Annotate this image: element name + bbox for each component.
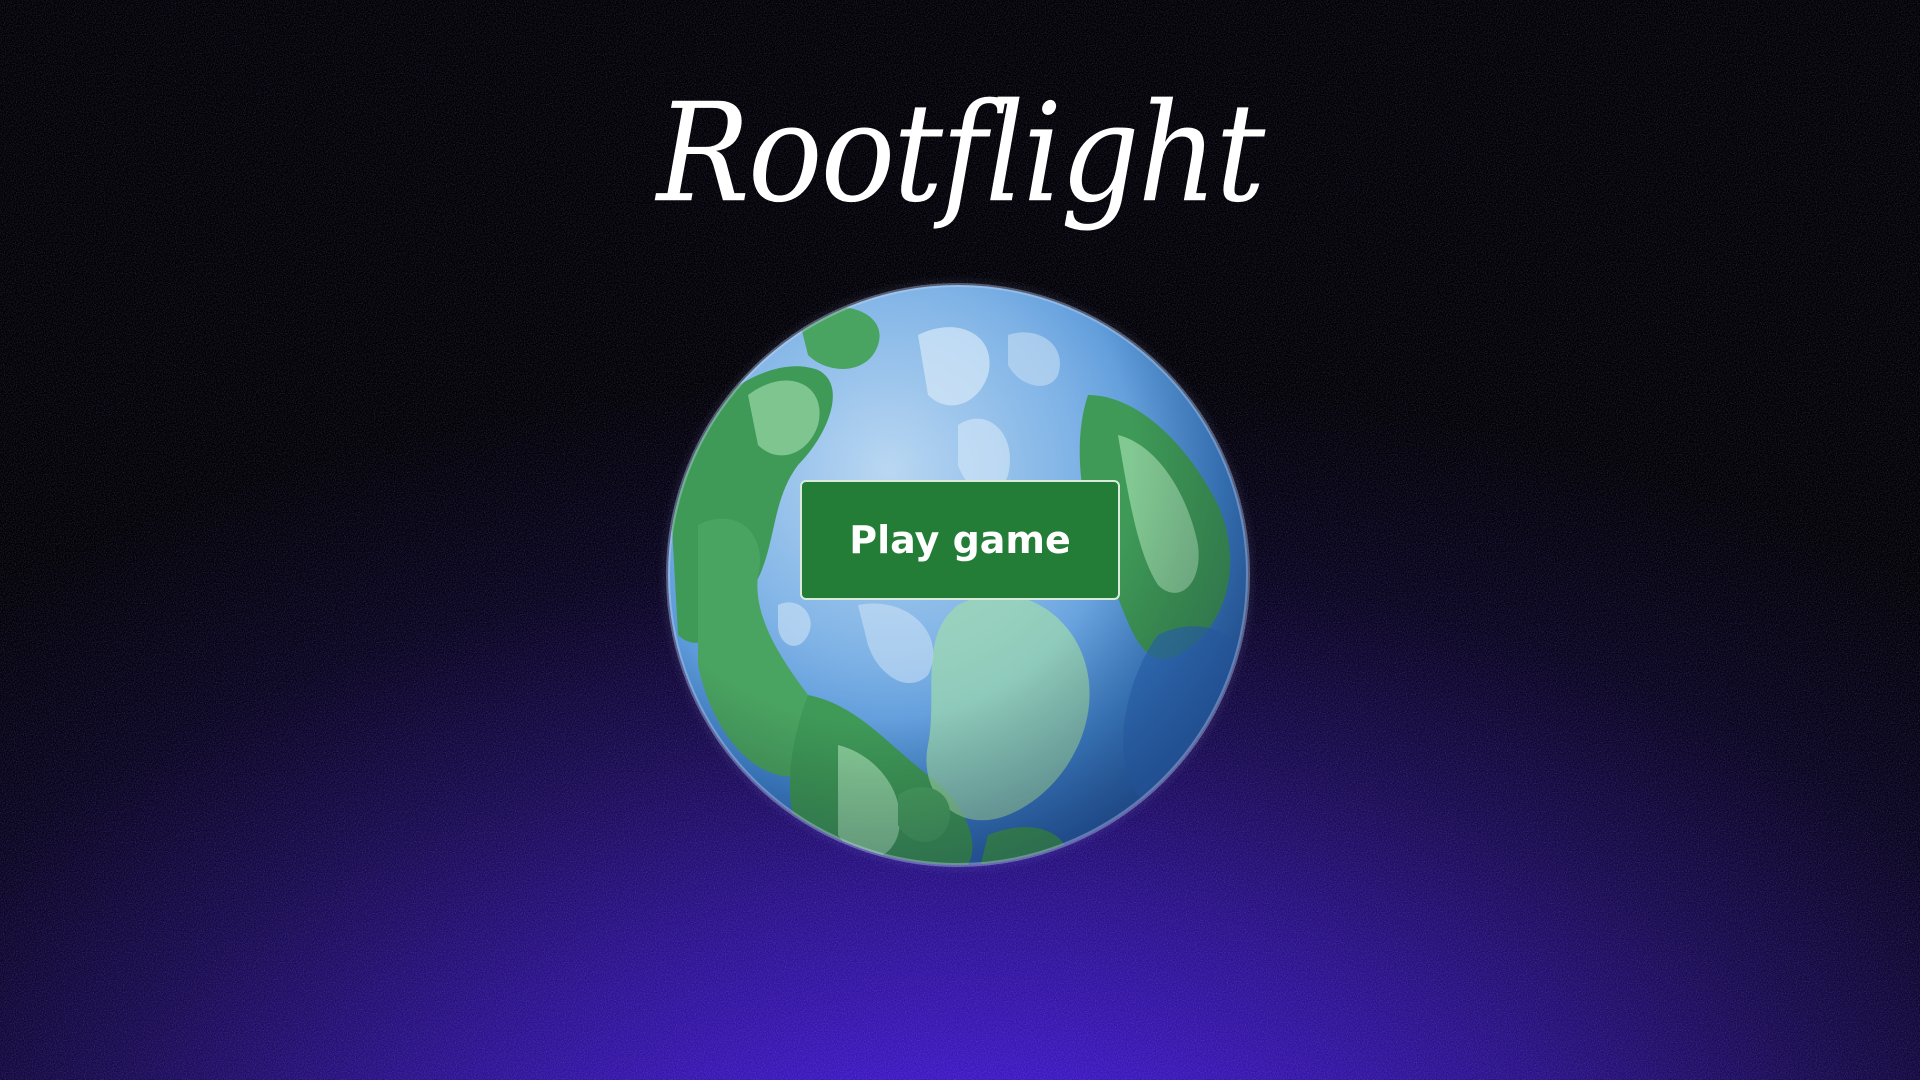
play-game-button[interactable]: Play game xyxy=(800,480,1120,600)
game-title-logo: Rootflight xyxy=(656,74,1266,234)
